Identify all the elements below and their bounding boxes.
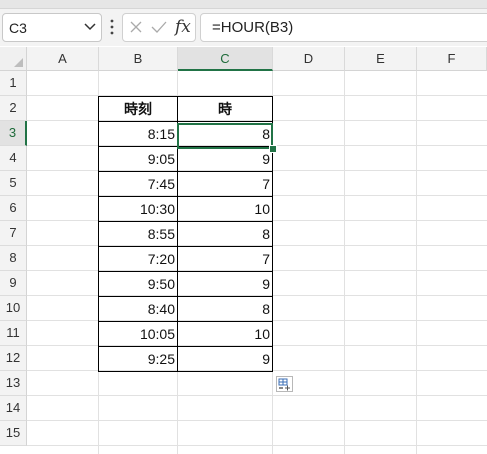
- row-header-8[interactable]: 8: [0, 246, 27, 271]
- table-cell-time[interactable]: 10:30: [99, 197, 178, 222]
- row-header-2[interactable]: 2: [0, 96, 27, 121]
- gridline: [416, 71, 417, 454]
- cancel-x-icon[interactable]: [129, 20, 143, 34]
- table-header-hour[interactable]: 時: [178, 97, 273, 122]
- table-cell-hour[interactable]: 9: [178, 272, 273, 297]
- gridline: [27, 395, 487, 396]
- worksheet-grid[interactable]: A B C D E F 1 2 3 4 5 6 7 8 9 10 11 12 1…: [0, 47, 487, 454]
- formula-input[interactable]: =HOUR(B3): [200, 13, 487, 42]
- select-all-corner[interactable]: [0, 47, 27, 71]
- check-icon[interactable]: [151, 20, 167, 34]
- table-cell-time[interactable]: 10:05: [99, 322, 178, 347]
- row-header-3[interactable]: 3: [0, 121, 27, 146]
- table-cell-time[interactable]: 9:25: [99, 347, 178, 372]
- table-cell-hour[interactable]: 9: [178, 347, 273, 372]
- table-cell-hour[interactable]: 10: [178, 197, 273, 222]
- table-cell-hour[interactable]: 7: [178, 172, 273, 197]
- row-header-7[interactable]: 7: [0, 221, 27, 246]
- column-header-a[interactable]: A: [27, 47, 99, 71]
- table-cell-hour[interactable]: 9: [178, 147, 273, 172]
- row-header-13[interactable]: 13: [0, 371, 27, 396]
- formula-buttons: fx: [122, 13, 196, 42]
- column-header-d[interactable]: D: [273, 47, 345, 71]
- gridline: [27, 420, 487, 421]
- fx-icon[interactable]: fx: [175, 17, 191, 37]
- table-cell-hour[interactable]: 10: [178, 322, 273, 347]
- column-header-e[interactable]: E: [345, 47, 417, 71]
- select-all-triangle-icon: [14, 58, 23, 67]
- table-cell-hour[interactable]: 7: [178, 247, 273, 272]
- row-header-10[interactable]: 10: [0, 296, 27, 321]
- formula-bar-area: C3 fx =HOUR(B3): [0, 0, 487, 46]
- column-header-b[interactable]: B: [99, 47, 178, 71]
- name-box[interactable]: C3: [2, 13, 102, 42]
- table-cell-time[interactable]: 8:55: [99, 222, 178, 247]
- ribbon-edge: [0, 0, 487, 9]
- row-header-4[interactable]: 4: [0, 146, 27, 171]
- row-header-14[interactable]: 14: [0, 396, 27, 421]
- row-header-6[interactable]: 6: [0, 196, 27, 221]
- table-cell-time[interactable]: 8:40: [99, 297, 178, 322]
- table-header-time[interactable]: 時刻: [99, 97, 178, 122]
- row-header-9[interactable]: 9: [0, 271, 27, 296]
- fill-handle[interactable]: [269, 145, 277, 153]
- formula-text: =HOUR(B3): [212, 19, 294, 36]
- name-box-value: C3: [9, 20, 27, 36]
- table-cell-time[interactable]: 9:05: [99, 147, 178, 172]
- table-cell-time[interactable]: 9:50: [99, 272, 178, 297]
- quick-analysis-button[interactable]: [276, 376, 293, 392]
- table-cell-time[interactable]: 8:15: [99, 122, 178, 147]
- row-header-1[interactable]: 1: [0, 71, 27, 96]
- data-table: 時刻 時 8:15 8 9:05 9 7:45 7 10:30 10 8:55 …: [98, 96, 273, 372]
- column-header-c[interactable]: C: [178, 47, 273, 71]
- table-cell-time[interactable]: 7:20: [99, 247, 178, 272]
- table-cell-time[interactable]: 7:45: [99, 172, 178, 197]
- chevron-down-icon[interactable]: [83, 19, 97, 33]
- table-cell-hour[interactable]: 8: [178, 222, 273, 247]
- gridline: [27, 445, 487, 446]
- row-header-12[interactable]: 12: [0, 346, 27, 371]
- row-header-5[interactable]: 5: [0, 171, 27, 196]
- column-header-f[interactable]: F: [417, 47, 487, 71]
- gridline: [344, 71, 345, 454]
- row-header-15[interactable]: 15: [0, 421, 27, 446]
- table-cell-hour[interactable]: 8: [178, 297, 273, 322]
- quick-analysis-icon: [278, 378, 290, 391]
- vertical-dots-icon[interactable]: [110, 18, 114, 36]
- row-header-11[interactable]: 11: [0, 321, 27, 346]
- table-cell-hour[interactable]: 8: [178, 122, 273, 147]
